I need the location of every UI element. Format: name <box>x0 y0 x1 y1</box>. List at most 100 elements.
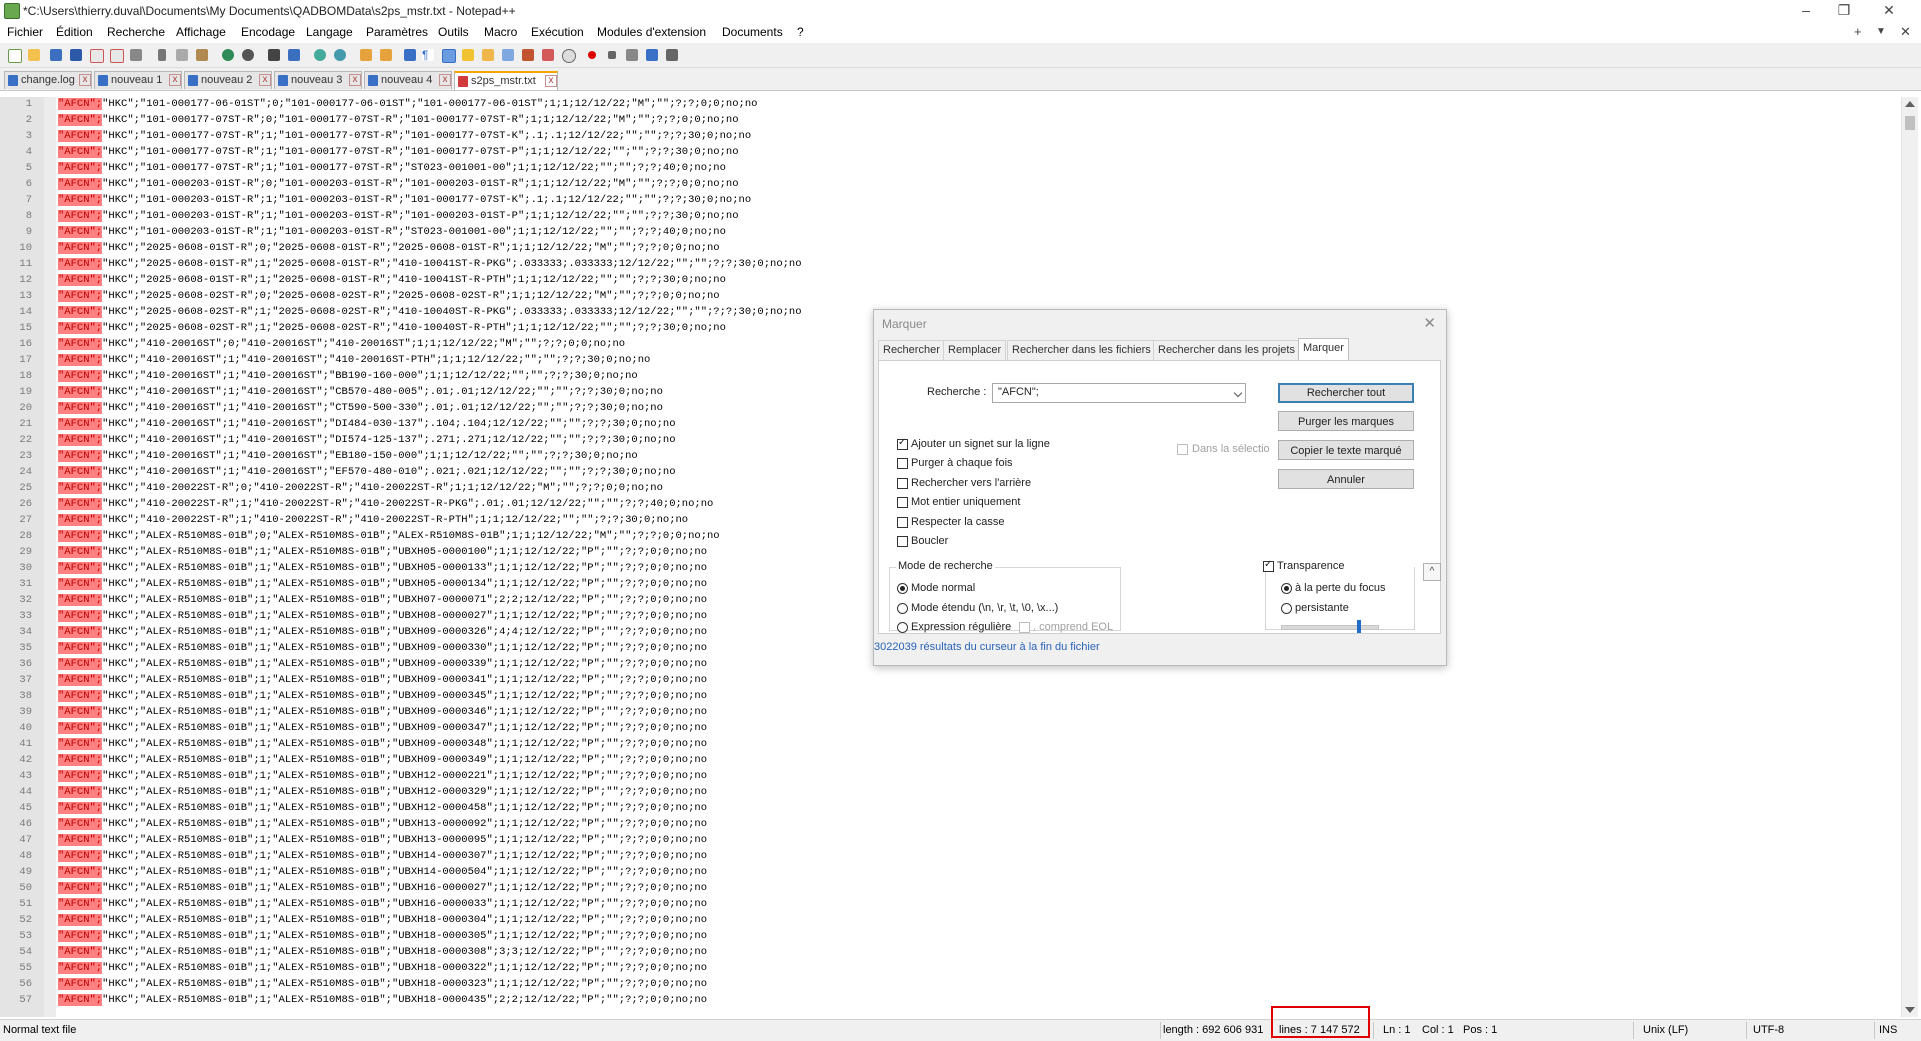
redo-icon[interactable] <box>240 47 256 63</box>
tab-nouveau-1[interactable]: nouveau 1 x <box>94 71 182 89</box>
menu-affichage[interactable]: Affichage <box>176 25 226 39</box>
cut-icon[interactable] <box>154 47 170 63</box>
in-selection-checkbox[interactable] <box>1177 444 1188 455</box>
tab-list-icon[interactable]: ▼ <box>1876 26 1886 37</box>
macro-record-icon[interactable] <box>584 47 600 63</box>
save-all-icon[interactable] <box>68 47 84 63</box>
tab-change-log[interactable]: change.log x <box>4 71 92 89</box>
paste-icon[interactable] <box>194 47 210 63</box>
word-wrap-icon[interactable] <box>402 47 418 63</box>
sync-horizontal-icon[interactable] <box>378 47 394 63</box>
tab-nouveau-3[interactable]: nouveau 3 x <box>274 71 362 89</box>
close-all-icon[interactable] <box>108 47 124 63</box>
menu-encodage[interactable]: Encodage <box>241 25 295 39</box>
tab-close-icon[interactable]: x <box>259 74 271 86</box>
macro-play-icon[interactable] <box>624 47 640 63</box>
copy-icon[interactable] <box>174 47 190 63</box>
menu-help[interactable]: ? <box>797 25 804 39</box>
eol-format[interactable]: Unix (LF) <box>1643 1024 1688 1036</box>
tab-close-icon[interactable]: x <box>545 75 557 87</box>
menu-edition[interactable]: Édition <box>56 25 93 39</box>
user-lang-icon[interactable] <box>460 47 476 63</box>
backward-checkbox[interactable] <box>897 478 908 489</box>
clear-marks-button[interactable]: Purger les marques <box>1278 411 1414 431</box>
doc-list-icon[interactable] <box>500 47 516 63</box>
function-list-icon[interactable] <box>520 47 536 63</box>
macro-stop-icon[interactable] <box>604 47 620 63</box>
tab-close-icon[interactable]: x <box>79 74 91 86</box>
dialog-tab-remplacer[interactable]: Remplacer <box>943 340 1007 360</box>
menu-outils[interactable]: Outils <box>438 25 469 39</box>
tab-close-icon[interactable]: x <box>349 74 361 86</box>
menu-modules[interactable]: Modules d'extension <box>597 25 706 39</box>
always-radio[interactable] <box>1281 603 1292 614</box>
transparency-checkbox[interactable] <box>1263 559 1274 572</box>
scroll-thumb[interactable] <box>1905 116 1915 130</box>
find-icon[interactable] <box>266 47 282 63</box>
search-combobox[interactable]: "AFCN"; <box>992 383 1246 403</box>
tab-nouveau-4[interactable]: nouveau 4 x <box>364 71 452 89</box>
menu-fichier[interactable]: Fichier <box>7 25 43 39</box>
new-file-icon[interactable] <box>6 47 22 63</box>
indent-guide-icon[interactable] <box>440 47 456 63</box>
save-icon[interactable] <box>48 47 64 63</box>
dot-eol-checkbox[interactable] <box>1019 622 1030 633</box>
vertical-scrollbar[interactable] <box>1901 97 1918 1017</box>
show-all-chars-icon[interactable]: ¶ <box>420 47 436 63</box>
transparency-slider[interactable] <box>1281 620 1379 633</box>
on-focus-loss-radio[interactable] <box>1281 583 1292 594</box>
match-case-checkbox[interactable] <box>897 517 908 528</box>
folder-workspace-icon[interactable] <box>540 47 556 63</box>
tab-s2ps-mstr[interactable]: s2ps_mstr.txt x <box>454 71 558 90</box>
dialog-close-icon[interactable]: ✕ <box>1423 314 1436 332</box>
file-encoding[interactable]: UTF-8 <box>1753 1024 1784 1036</box>
whole-word-checkbox[interactable] <box>897 497 908 508</box>
mode-extended-radio[interactable] <box>897 603 908 614</box>
replace-icon[interactable] <box>286 47 302 63</box>
close-button[interactable]: ✕ <box>1870 0 1908 22</box>
bookmark-line-checkbox[interactable] <box>897 437 908 450</box>
dialog-tab-fichiers[interactable]: Rechercher dans les fichiers <box>1007 340 1156 360</box>
tab-nouveau-2[interactable]: nouveau 2 x <box>184 71 272 89</box>
cancel-button[interactable]: Annuler <box>1278 469 1414 489</box>
scroll-up-icon[interactable] <box>1905 101 1915 107</box>
menu-macro[interactable]: Macro <box>484 25 517 39</box>
new-tab-icon[interactable]: + <box>1854 24 1862 39</box>
mode-regex-radio[interactable] <box>897 622 908 633</box>
tab-close-icon[interactable]: x <box>169 74 181 86</box>
close-file-icon[interactable] <box>88 47 104 63</box>
find-all-button[interactable]: Rechercher tout <box>1278 383 1414 403</box>
undo-icon[interactable] <box>220 47 236 63</box>
wrap-around-checkbox[interactable] <box>897 536 908 547</box>
print-icon[interactable] <box>128 47 144 63</box>
purge-each-time-checkbox[interactable] <box>897 458 908 469</box>
dialog-tab-projets[interactable]: Rechercher dans les projets <box>1153 340 1300 360</box>
mode-normal-radio[interactable] <box>897 583 908 594</box>
dialog-tab-rechercher[interactable]: Rechercher <box>878 340 945 360</box>
close-doc-icon[interactable]: ✕ <box>1900 24 1911 40</box>
sync-vertical-icon[interactable] <box>358 47 374 63</box>
copy-marked-button[interactable]: Copier le texte marqué <box>1278 440 1414 460</box>
minimize-button[interactable]: – <box>1787 0 1825 22</box>
menu-langage[interactable]: Langage <box>306 25 353 39</box>
chevron-down-icon[interactable] <box>1233 388 1243 398</box>
menu-documents[interactable]: Documents <box>722 25 783 39</box>
bookmark-margin[interactable] <box>44 97 56 1017</box>
restore-button[interactable]: ❐ <box>1825 0 1863 22</box>
menu-recherche[interactable]: Recherche <box>107 25 165 39</box>
monitoring-icon[interactable] <box>560 47 576 63</box>
doc-map-icon[interactable] <box>480 47 496 63</box>
insert-mode[interactable]: INS <box>1879 1024 1897 1036</box>
macro-save-icon[interactable] <box>664 47 680 63</box>
slider-knob[interactable] <box>1357 620 1361 633</box>
dialog-tab-marquer[interactable]: Marquer <box>1298 338 1349 361</box>
menu-execution[interactable]: Exécution <box>531 25 584 39</box>
macro-play-multiple-icon[interactable] <box>644 47 660 63</box>
open-file-icon[interactable] <box>26 47 42 63</box>
zoom-out-icon[interactable] <box>332 47 348 63</box>
scroll-down-icon[interactable] <box>1905 1007 1915 1013</box>
tab-close-icon[interactable]: x <box>439 74 451 86</box>
menu-parametres[interactable]: Paramètres <box>366 25 428 39</box>
collapse-icon[interactable]: ^ <box>1423 563 1441 581</box>
zoom-in-icon[interactable] <box>312 47 328 63</box>
